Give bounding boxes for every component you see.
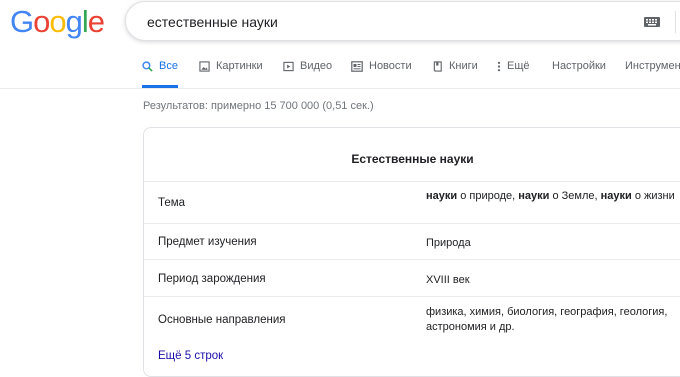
tab-label: Видео bbox=[300, 60, 333, 72]
tab-more[interactable]: Ещё bbox=[497, 60, 530, 87]
row-value: Природа bbox=[426, 237, 471, 249]
row-label: Основные направления bbox=[158, 314, 286, 326]
knowledge-card: Естественные науки Тема науки о природе,… bbox=[143, 127, 680, 377]
tab-books[interactable]: Книги bbox=[433, 60, 478, 87]
tab-label: Настройки bbox=[552, 60, 606, 72]
tab-news[interactable]: Новости bbox=[351, 60, 412, 87]
table-row: Период зарождения XVIII век bbox=[144, 259, 680, 297]
result-stats: Результатов: примерно 15 700 000 (0,51 с… bbox=[143, 100, 374, 112]
video-icon bbox=[283, 61, 294, 72]
tab-label: Все bbox=[159, 60, 178, 72]
news-icon bbox=[351, 61, 363, 72]
row-value: физика, химия, биология, география, геол… bbox=[426, 306, 668, 333]
card-title: Естественные науки bbox=[351, 152, 474, 166]
row-value: науки о природе, науки о Земле, науки о … bbox=[426, 190, 675, 202]
tab-tools[interactable]: Инструменты bbox=[625, 60, 680, 87]
more-vert-icon bbox=[497, 61, 501, 72]
row-label: Период зарождения bbox=[158, 273, 266, 285]
row-value: XVIII век bbox=[426, 274, 470, 286]
table-row: Предмет изучения Природа bbox=[144, 223, 680, 260]
tab-settings[interactable]: Настройки bbox=[552, 60, 606, 87]
search-box bbox=[125, 1, 680, 41]
row-label: Предмет изучения bbox=[158, 236, 257, 248]
tab-label: Книги bbox=[449, 60, 478, 72]
row-label: Тема bbox=[158, 197, 186, 209]
keyboard-icon[interactable] bbox=[644, 17, 660, 27]
more-rows-link[interactable]: Ещё 5 строк bbox=[158, 350, 223, 362]
search-divider bbox=[675, 11, 676, 33]
tab-all[interactable]: Все bbox=[142, 60, 178, 88]
image-icon bbox=[199, 61, 210, 72]
table-row: Тема науки о природе, науки о Земле, нау… bbox=[144, 181, 680, 224]
tab-images[interactable]: Картинки bbox=[199, 60, 263, 87]
table-row: Основные направления физика, химия, биол… bbox=[144, 296, 680, 341]
tab-video[interactable]: Видео bbox=[283, 60, 332, 87]
search-icon bbox=[142, 61, 153, 72]
tab-label: Ещё bbox=[507, 60, 530, 72]
book-icon bbox=[433, 61, 442, 72]
tab-label: Новости bbox=[369, 60, 412, 72]
tab-label: Картинки bbox=[216, 60, 263, 72]
tab-label: Инструменты bbox=[625, 60, 680, 72]
search-tabs: Все Картинки Видео Новости Книги Ещё Нас… bbox=[0, 56, 680, 89]
google-logo[interactable]: Google bbox=[10, 6, 105, 38]
search-input[interactable] bbox=[145, 10, 619, 34]
